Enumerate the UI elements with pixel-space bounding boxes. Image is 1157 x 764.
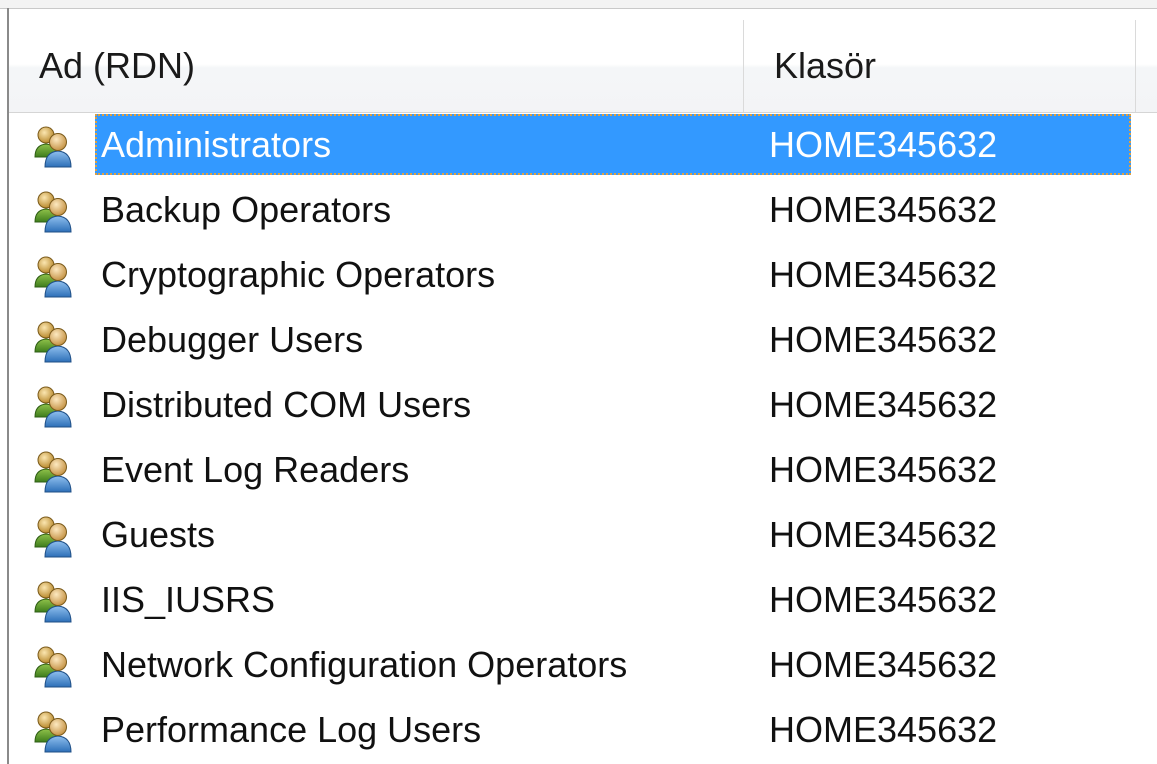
user-group-icon	[34, 191, 72, 233]
group-folder: HOME345632	[769, 579, 998, 620]
group-name: Performance Log Users	[101, 709, 482, 750]
group-folder: HOME345632	[769, 514, 998, 555]
list-item[interactable]: Cryptographic Operators HOME345632	[9, 242, 1157, 307]
top-edge	[0, 0, 1157, 9]
list-item[interactable]: Network Configuration Operators HOME3456…	[9, 632, 1157, 697]
group-folder: HOME345632	[769, 709, 998, 750]
column-header-name-label: Ad (RDN)	[39, 45, 196, 86]
user-group-icon	[34, 581, 72, 623]
user-group-icon	[34, 646, 72, 688]
list-item[interactable]: Event Log Readers HOME345632	[9, 437, 1157, 502]
column-header-bar: Ad (RDN) Klasör	[9, 20, 1157, 113]
group-name: Event Log Readers	[101, 449, 410, 490]
group-folder: HOME345632	[769, 449, 998, 490]
group-name: Distributed COM Users	[101, 384, 472, 425]
group-name: Cryptographic Operators	[101, 254, 496, 295]
user-group-icon	[34, 711, 72, 753]
group-name: Network Configuration Operators	[101, 644, 628, 685]
group-list-view: Ad (RDN) Klasör Administrators HOME34563…	[0, 0, 1157, 764]
list-item[interactable]: IIS_IUSRS HOME345632	[9, 567, 1157, 632]
user-group-icon	[34, 126, 72, 168]
list-rows: Administrators HOME345632 Backup Operato…	[9, 112, 1157, 762]
group-folder: HOME345632	[769, 384, 998, 425]
group-name: IIS_IUSRS	[101, 579, 276, 620]
list-item[interactable]: Distributed COM Users HOME345632	[9, 372, 1157, 437]
group-folder: HOME345632	[769, 644, 998, 685]
column-header-folder-label: Klasör	[774, 45, 877, 86]
list-item[interactable]: Guests HOME345632	[9, 502, 1157, 567]
user-group-icon	[34, 256, 72, 298]
column-header-folder[interactable]: Klasör	[744, 20, 1136, 112]
group-folder: HOME345632	[769, 124, 998, 165]
group-folder: HOME345632	[769, 254, 998, 295]
list-item[interactable]: Backup Operators HOME345632	[9, 177, 1157, 242]
user-group-icon	[34, 516, 72, 558]
list-item[interactable]: Performance Log Users HOME345632	[9, 697, 1157, 762]
list-item[interactable]: Debugger Users HOME345632	[9, 307, 1157, 372]
user-group-icon	[34, 321, 72, 363]
user-group-icon	[34, 386, 72, 428]
group-folder: HOME345632	[769, 189, 998, 230]
group-folder: HOME345632	[769, 319, 998, 360]
user-group-icon	[34, 451, 72, 493]
column-header-filler	[1136, 20, 1157, 112]
group-name: Debugger Users	[101, 319, 364, 360]
column-header-name[interactable]: Ad (RDN)	[9, 20, 744, 112]
list-item[interactable]: Administrators HOME345632	[9, 112, 1157, 177]
group-name: Backup Operators	[101, 189, 392, 230]
group-name: Guests	[101, 514, 216, 555]
